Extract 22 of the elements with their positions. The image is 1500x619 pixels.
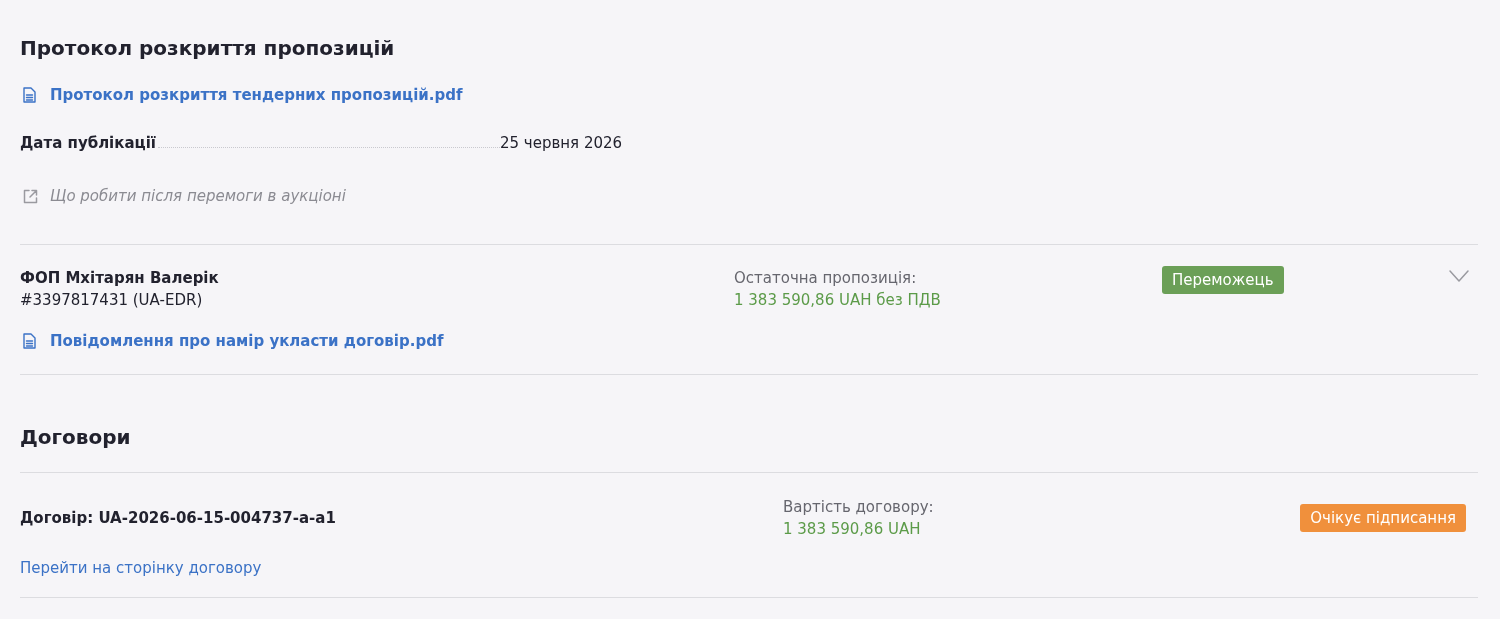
document-icon bbox=[23, 87, 36, 103]
field-value: 25 червня 2026 bbox=[500, 133, 623, 154]
document-icon bbox=[23, 333, 36, 349]
section-title: Договори bbox=[20, 424, 131, 451]
bidder-identifier: #3397817431 (UA-EDR) bbox=[20, 290, 203, 311]
document-link[interactable]: Протокол розкриття тендерних пропозицій.pdf bbox=[50, 84, 463, 106]
amount-value: 1 383 590,86 UAH без ПДВ bbox=[734, 290, 941, 311]
amount-label: Остаточна пропозиція: bbox=[734, 268, 917, 289]
expand-button[interactable] bbox=[1448, 269, 1470, 283]
help-link[interactable]: Що робити після перемоги в аукціоні bbox=[50, 185, 346, 207]
contract-value: 1 383 590,86 UAH bbox=[783, 519, 921, 540]
contract-title: Договір: UA-2026-06-15-004737-a-a1 bbox=[20, 508, 336, 529]
contract-value-label: Вартість договору: bbox=[783, 497, 934, 518]
section-title: Протокол розкриття пропозицій bbox=[20, 35, 395, 62]
status-badge: Очікує підписання bbox=[1300, 504, 1466, 532]
external-link-icon bbox=[23, 188, 38, 204]
document-link[interactable]: Повідомлення про намір укласти договір.pdf bbox=[50, 330, 444, 352]
contract-page-link[interactable]: Перейти на сторінку договору bbox=[20, 557, 262, 579]
field-label: Дата публікації bbox=[20, 133, 156, 154]
status-badge: Переможець bbox=[1162, 266, 1284, 294]
bidder-name: ФОП Мхітарян Валерік bbox=[20, 268, 219, 289]
chevron-down-icon bbox=[1448, 269, 1470, 283]
